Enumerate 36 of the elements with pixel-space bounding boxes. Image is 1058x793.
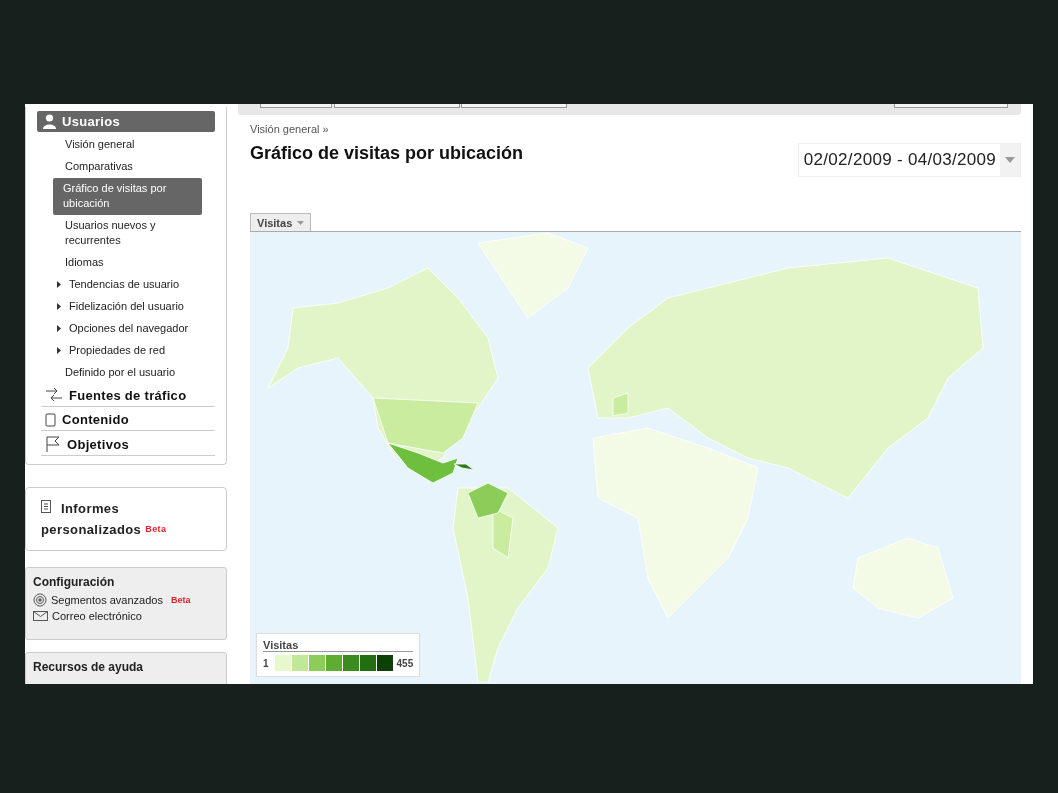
metric-tab[interactable]: Visitas <box>250 213 312 231</box>
page-icon <box>45 412 56 427</box>
arrows-icon <box>45 387 63 403</box>
nav-section[interactable]: Fuentes de tráfico <box>41 384 215 407</box>
beta-label: Beta <box>170 595 191 605</box>
target-icon <box>33 593 47 607</box>
page-title: Gráfico de visitas por ubicación <box>250 143 524 165</box>
legend-min: 1 <box>263 657 269 669</box>
user-icon <box>43 114 56 129</box>
nav-section[interactable]: Usuarios <box>37 111 215 132</box>
nav-item[interactable]: Tendencias de usuario <box>53 274 204 296</box>
flag-icon <box>45 436 61 452</box>
envelope-icon <box>33 611 48 621</box>
dropdown-arrow-icon <box>297 221 305 225</box>
settings-heading: Configuración <box>33 575 116 589</box>
nav-item[interactable]: Definido por el usuario <box>53 362 204 384</box>
nav-section[interactable]: Contenido <box>41 409 215 431</box>
help-heading: Recursos de ayuda <box>33 660 145 674</box>
legend-max: 455 <box>396 657 414 669</box>
nav-item[interactable]: Propiedades de red <box>53 340 204 362</box>
date-range-picker[interactable]: 02/02/2009 - 04/03/2009 <box>797 143 1021 177</box>
report-icon <box>41 500 51 513</box>
beta-label: Beta <box>145 524 167 534</box>
settings-link[interactable]: Segmentos avanzados <box>51 594 163 606</box>
legend-title: Visitas <box>263 639 414 652</box>
nav-item[interactable]: Visión general <box>53 134 204 156</box>
nav-item[interactable]: Idiomas <box>53 252 204 274</box>
dropdown-arrow-icon <box>1005 157 1015 163</box>
settings-link[interactable]: Correo electrónico <box>52 610 142 622</box>
nav-item[interactable]: Comparativas <box>53 156 204 178</box>
breadcrumb-link[interactable]: Visión general » <box>250 123 1021 135</box>
nav-item[interactable]: Fidelización del usuario <box>53 296 204 318</box>
nav-item[interactable]: Gráfico de visitas por ubicación <box>53 178 202 215</box>
nav-item[interactable]: Opciones del navegador <box>53 318 204 340</box>
nav-section[interactable]: Objetivos <box>41 433 215 456</box>
nav-item[interactable]: Usuarios nuevos y recurrentes <box>53 215 204 252</box>
